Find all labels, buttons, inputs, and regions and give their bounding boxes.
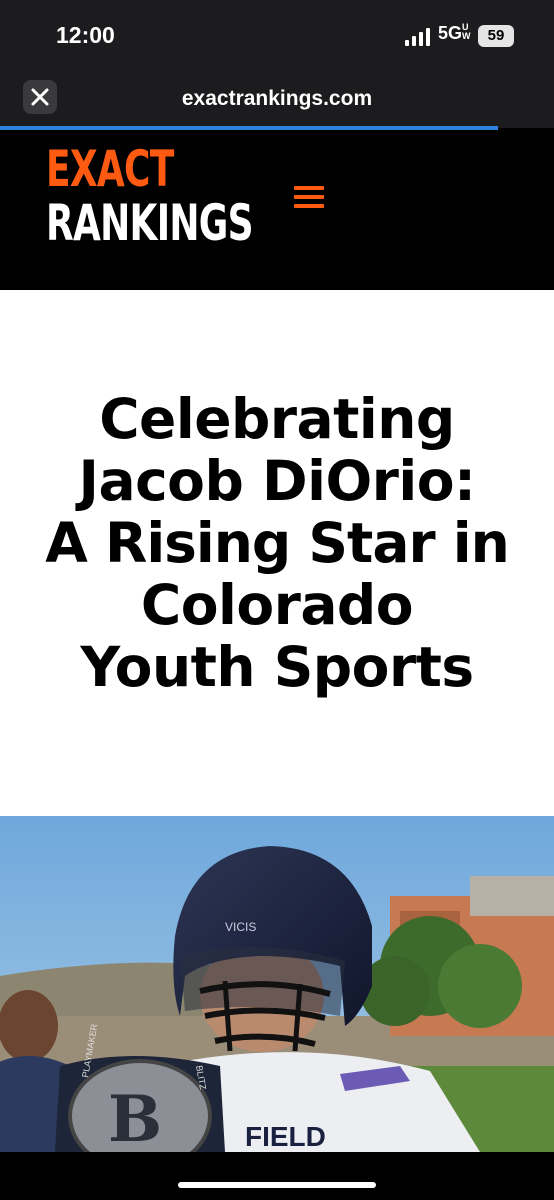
article-header: Celebrating Jacob DiOrio: A Rising Star … [0, 290, 554, 816]
logo-rankings: RANKINGS [46, 194, 254, 252]
hero-image[interactable]: FIELD VICIS B PLAYMAKER BLITZ [0, 816, 554, 1152]
battery-indicator: 59 [478, 25, 514, 47]
logo-exact: EXACT [46, 140, 174, 198]
site-header: EXACT RANKINGS [0, 130, 554, 290]
status-bar: 12:00 5GUW 59 [0, 0, 554, 70]
title-line: Colorado [140, 573, 414, 637]
jersey-text: FIELD [245, 1121, 326, 1152]
article-title: Celebrating Jacob DiOrio: A Rising Star … [10, 388, 544, 698]
browser-bar: exactrankings.com [0, 70, 554, 128]
football-player-photo: FIELD VICIS B PLAYMAKER BLITZ [0, 816, 554, 1152]
helmet-text: VICIS [225, 920, 256, 934]
home-indicator-area [0, 1152, 554, 1200]
title-line: Celebrating [99, 387, 455, 451]
title-line: A Rising Star in [45, 511, 509, 575]
status-time: 12:00 [56, 22, 115, 48]
hamburger-menu-icon[interactable] [294, 186, 324, 210]
network-suffix: UW [462, 22, 471, 41]
belt-letter: B [108, 1082, 162, 1152]
network-label: 5GUW [438, 22, 471, 44]
url-text[interactable]: exactrankings.com [0, 87, 554, 111]
title-line: Jacob DiOrio: [78, 449, 476, 513]
home-indicator[interactable] [178, 1182, 376, 1188]
title-line: Youth Sports [80, 635, 474, 699]
cellular-signal-icon [405, 28, 430, 46]
